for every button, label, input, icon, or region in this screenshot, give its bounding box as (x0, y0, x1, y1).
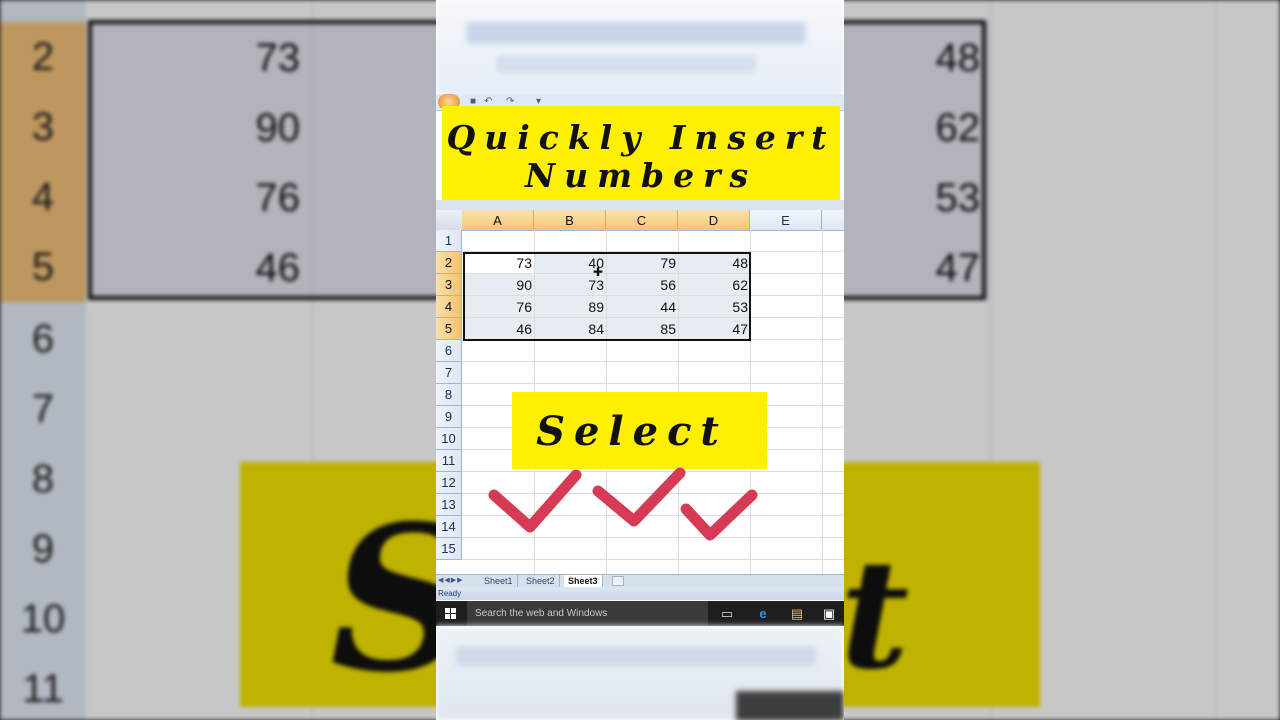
blurred-bar (736, 691, 844, 720)
status-bar: Ready (436, 587, 844, 600)
banner-line-1: Quickly Insert (446, 118, 836, 157)
selection-border (463, 252, 751, 341)
sheet-tab-1[interactable]: Sheet1 (480, 575, 518, 587)
sheet-tab-2[interactable]: Sheet2 (522, 575, 560, 587)
row-header-4[interactable]: 4 (436, 296, 462, 318)
checkmark-icon (680, 489, 758, 541)
gridline (462, 559, 844, 560)
row-header-7[interactable]: 7 (436, 362, 462, 384)
sheet-nav-arrows-icon[interactable]: ◀◀▶▶ (438, 576, 464, 584)
checkmark-icon (592, 467, 686, 527)
sheet-tab-3[interactable]: Sheet3 (564, 575, 603, 587)
windows-taskbar: Search the web and Windows ▭ e ▤ ▣ (436, 601, 844, 626)
column-header-row: A B C D E (436, 210, 844, 231)
row-header-3[interactable]: 3 (436, 274, 462, 296)
insert-sheet-icon[interactable] (612, 576, 624, 586)
windows-logo-icon (445, 607, 457, 620)
file-explorer-icon[interactable]: ▤ (782, 601, 812, 626)
column-header-e[interactable]: E (750, 210, 822, 230)
row-header-2[interactable]: 2 (436, 252, 462, 274)
checkmarks (488, 467, 758, 541)
background-row-header: 8 (0, 444, 86, 515)
row-header-13[interactable]: 13 (436, 494, 462, 516)
background-big-letter: t (840, 527, 910, 703)
blurred-ribbon-bar (466, 22, 806, 44)
background-row-header: 9 (0, 514, 86, 585)
select-banner: Select (512, 392, 767, 469)
select-label: Select (536, 408, 728, 455)
blurred-bottom-area (436, 626, 844, 720)
background-row-header: 3 (0, 92, 86, 163)
row-header-8[interactable]: 8 (436, 384, 462, 406)
row-header-15[interactable]: 15 (436, 538, 462, 560)
gridline (462, 361, 844, 362)
column-header-c[interactable]: C (606, 210, 678, 230)
background-row-header: 2 (0, 22, 86, 93)
excel-window: ■ ↶ ↷ ▾ Quickly Insert Numbers A B C D E… (436, 0, 844, 720)
background-row-header: 1 (0, 0, 86, 21)
background-row-header: 5 (0, 232, 86, 303)
store-icon[interactable]: ▣ (814, 601, 844, 626)
row-header-12[interactable]: 12 (436, 472, 462, 494)
row-header-11[interactable]: 11 (436, 450, 462, 472)
sheet-tab-bar: ◀◀▶▶ Sheet1 Sheet2 Sheet3 (436, 574, 844, 588)
row-header-10[interactable]: 10 (436, 428, 462, 450)
row-header-6[interactable]: 6 (436, 340, 462, 362)
background-gridline (1215, 0, 1216, 720)
checkmark-icon (488, 469, 582, 533)
task-view-icon[interactable]: ▭ (712, 601, 742, 626)
row-header-1[interactable]: 1 (436, 230, 462, 252)
select-all-corner[interactable] (436, 210, 463, 230)
gridline (462, 383, 844, 384)
blurred-ribbon-bar (496, 55, 756, 73)
background-row-header: 4 (0, 162, 86, 233)
background-row-header: 7 (0, 374, 86, 445)
title-banner: Quickly Insert Numbers (442, 106, 840, 200)
gridline (822, 230, 823, 574)
start-button[interactable] (436, 601, 466, 626)
taskbar-search-box[interactable]: Search the web and Windows (467, 601, 708, 626)
row-header-5[interactable]: 5 (436, 318, 462, 340)
banner-line-2: Numbers (524, 156, 758, 195)
row-header-14[interactable]: 14 (436, 516, 462, 538)
edge-browser-icon[interactable]: e (748, 601, 778, 626)
blurred-bar (456, 646, 816, 666)
column-header-a[interactable]: A (462, 210, 534, 230)
column-header-b[interactable]: B (534, 210, 606, 230)
row-header-9[interactable]: 9 (436, 406, 462, 428)
cross-cursor-icon: ✚ (593, 265, 604, 279)
background-row-header: 6 (0, 304, 86, 375)
column-header-d[interactable]: D (678, 210, 750, 230)
blurred-ribbon-top (436, 0, 844, 95)
background-row-header: 10 (0, 584, 86, 655)
spreadsheet-grid: A B C D E 1 2 3 4 5 6 7 8 9 10 11 12 13 … (436, 210, 844, 574)
background-row-header: 11 (0, 654, 86, 720)
